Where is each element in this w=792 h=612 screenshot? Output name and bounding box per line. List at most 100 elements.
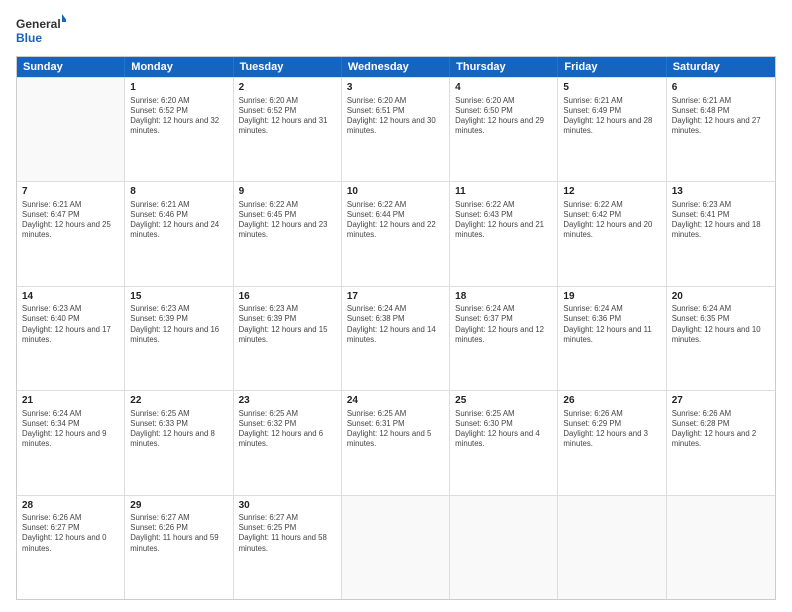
cell-day-number: 20 <box>672 290 770 304</box>
table-row: 29Sunrise: 6:27 AMSunset: 6:26 PMDayligh… <box>125 496 233 599</box>
table-row: 22Sunrise: 6:25 AMSunset: 6:33 PMDayligh… <box>125 391 233 494</box>
table-row: 20Sunrise: 6:24 AMSunset: 6:35 PMDayligh… <box>667 287 775 390</box>
cell-daylight-info: Sunrise: 6:24 AMSunset: 6:35 PMDaylight:… <box>672 304 770 345</box>
table-row: 24Sunrise: 6:25 AMSunset: 6:31 PMDayligh… <box>342 391 450 494</box>
cell-daylight-info: Sunrise: 6:21 AMSunset: 6:49 PMDaylight:… <box>563 96 660 137</box>
table-row: 2Sunrise: 6:20 AMSunset: 6:52 PMDaylight… <box>234 78 342 181</box>
cell-day-number: 1 <box>130 81 227 95</box>
cell-day-number: 14 <box>22 290 119 304</box>
cell-daylight-info: Sunrise: 6:20 AMSunset: 6:50 PMDaylight:… <box>455 96 552 137</box>
table-row: 4Sunrise: 6:20 AMSunset: 6:50 PMDaylight… <box>450 78 558 181</box>
header-cell-monday: Monday <box>125 57 233 77</box>
cell-daylight-info: Sunrise: 6:21 AMSunset: 6:46 PMDaylight:… <box>130 200 227 241</box>
cell-day-number: 22 <box>130 394 227 408</box>
cell-day-number: 18 <box>455 290 552 304</box>
header-cell-saturday: Saturday <box>667 57 775 77</box>
calendar-body: 1Sunrise: 6:20 AMSunset: 6:52 PMDaylight… <box>17 77 775 599</box>
table-row: 1Sunrise: 6:20 AMSunset: 6:52 PMDaylight… <box>125 78 233 181</box>
header-cell-thursday: Thursday <box>450 57 558 77</box>
table-row: 26Sunrise: 6:26 AMSunset: 6:29 PMDayligh… <box>558 391 666 494</box>
cell-daylight-info: Sunrise: 6:22 AMSunset: 6:43 PMDaylight:… <box>455 200 552 241</box>
table-row: 15Sunrise: 6:23 AMSunset: 6:39 PMDayligh… <box>125 287 233 390</box>
cell-daylight-info: Sunrise: 6:22 AMSunset: 6:45 PMDaylight:… <box>239 200 336 241</box>
table-row: 13Sunrise: 6:23 AMSunset: 6:41 PMDayligh… <box>667 182 775 285</box>
cell-day-number: 9 <box>239 185 336 199</box>
table-row <box>17 78 125 181</box>
svg-text:General: General <box>16 17 61 31</box>
cell-daylight-info: Sunrise: 6:25 AMSunset: 6:32 PMDaylight:… <box>239 409 336 450</box>
cell-day-number: 8 <box>130 185 227 199</box>
cell-day-number: 25 <box>455 394 552 408</box>
cell-day-number: 16 <box>239 290 336 304</box>
cell-daylight-info: Sunrise: 6:23 AMSunset: 6:39 PMDaylight:… <box>239 304 336 345</box>
header: General Blue <box>16 12 776 48</box>
table-row: 3Sunrise: 6:20 AMSunset: 6:51 PMDaylight… <box>342 78 450 181</box>
table-row: 19Sunrise: 6:24 AMSunset: 6:36 PMDayligh… <box>558 287 666 390</box>
cell-day-number: 11 <box>455 185 552 199</box>
week-row-5: 28Sunrise: 6:26 AMSunset: 6:27 PMDayligh… <box>17 495 775 599</box>
cell-daylight-info: Sunrise: 6:21 AMSunset: 6:48 PMDaylight:… <box>672 96 770 137</box>
cell-day-number: 19 <box>563 290 660 304</box>
table-row: 27Sunrise: 6:26 AMSunset: 6:28 PMDayligh… <box>667 391 775 494</box>
cell-daylight-info: Sunrise: 6:21 AMSunset: 6:47 PMDaylight:… <box>22 200 119 241</box>
cell-day-number: 27 <box>672 394 770 408</box>
cell-daylight-info: Sunrise: 6:24 AMSunset: 6:34 PMDaylight:… <box>22 409 119 450</box>
cell-daylight-info: Sunrise: 6:24 AMSunset: 6:37 PMDaylight:… <box>455 304 552 345</box>
cell-day-number: 23 <box>239 394 336 408</box>
calendar-header-row: SundayMondayTuesdayWednesdayThursdayFrid… <box>17 57 775 77</box>
cell-day-number: 7 <box>22 185 119 199</box>
table-row: 17Sunrise: 6:24 AMSunset: 6:38 PMDayligh… <box>342 287 450 390</box>
cell-daylight-info: Sunrise: 6:26 AMSunset: 6:27 PMDaylight:… <box>22 513 119 554</box>
cell-day-number: 6 <box>672 81 770 95</box>
cell-daylight-info: Sunrise: 6:23 AMSunset: 6:39 PMDaylight:… <box>130 304 227 345</box>
cell-daylight-info: Sunrise: 6:27 AMSunset: 6:26 PMDaylight:… <box>130 513 227 554</box>
logo: General Blue <box>16 12 66 48</box>
week-row-2: 7Sunrise: 6:21 AMSunset: 6:47 PMDaylight… <box>17 181 775 285</box>
cell-daylight-info: Sunrise: 6:22 AMSunset: 6:42 PMDaylight:… <box>563 200 660 241</box>
week-row-4: 21Sunrise: 6:24 AMSunset: 6:34 PMDayligh… <box>17 390 775 494</box>
cell-daylight-info: Sunrise: 6:23 AMSunset: 6:41 PMDaylight:… <box>672 200 770 241</box>
cell-daylight-info: Sunrise: 6:24 AMSunset: 6:38 PMDaylight:… <box>347 304 444 345</box>
cell-day-number: 4 <box>455 81 552 95</box>
cell-day-number: 17 <box>347 290 444 304</box>
cell-day-number: 3 <box>347 81 444 95</box>
header-cell-tuesday: Tuesday <box>234 57 342 77</box>
cell-daylight-info: Sunrise: 6:25 AMSunset: 6:30 PMDaylight:… <box>455 409 552 450</box>
table-row: 6Sunrise: 6:21 AMSunset: 6:48 PMDaylight… <box>667 78 775 181</box>
table-row: 11Sunrise: 6:22 AMSunset: 6:43 PMDayligh… <box>450 182 558 285</box>
cell-daylight-info: Sunrise: 6:22 AMSunset: 6:44 PMDaylight:… <box>347 200 444 241</box>
cell-daylight-info: Sunrise: 6:25 AMSunset: 6:31 PMDaylight:… <box>347 409 444 450</box>
cell-daylight-info: Sunrise: 6:20 AMSunset: 6:52 PMDaylight:… <box>239 96 336 137</box>
table-row: 8Sunrise: 6:21 AMSunset: 6:46 PMDaylight… <box>125 182 233 285</box>
logo-svg: General Blue <box>16 12 66 48</box>
table-row <box>342 496 450 599</box>
cell-daylight-info: Sunrise: 6:20 AMSunset: 6:51 PMDaylight:… <box>347 96 444 137</box>
svg-text:Blue: Blue <box>16 31 42 45</box>
table-row <box>667 496 775 599</box>
table-row <box>558 496 666 599</box>
cell-day-number: 2 <box>239 81 336 95</box>
table-row: 9Sunrise: 6:22 AMSunset: 6:45 PMDaylight… <box>234 182 342 285</box>
table-row: 7Sunrise: 6:21 AMSunset: 6:47 PMDaylight… <box>17 182 125 285</box>
cell-daylight-info: Sunrise: 6:20 AMSunset: 6:52 PMDaylight:… <box>130 96 227 137</box>
cell-daylight-info: Sunrise: 6:25 AMSunset: 6:33 PMDaylight:… <box>130 409 227 450</box>
cell-day-number: 21 <box>22 394 119 408</box>
table-row: 12Sunrise: 6:22 AMSunset: 6:42 PMDayligh… <box>558 182 666 285</box>
cell-daylight-info: Sunrise: 6:26 AMSunset: 6:28 PMDaylight:… <box>672 409 770 450</box>
cell-day-number: 12 <box>563 185 660 199</box>
cell-day-number: 26 <box>563 394 660 408</box>
table-row: 30Sunrise: 6:27 AMSunset: 6:25 PMDayligh… <box>234 496 342 599</box>
cell-daylight-info: Sunrise: 6:27 AMSunset: 6:25 PMDaylight:… <box>239 513 336 554</box>
cell-daylight-info: Sunrise: 6:23 AMSunset: 6:40 PMDaylight:… <box>22 304 119 345</box>
cell-day-number: 5 <box>563 81 660 95</box>
header-cell-wednesday: Wednesday <box>342 57 450 77</box>
cell-day-number: 10 <box>347 185 444 199</box>
cell-day-number: 13 <box>672 185 770 199</box>
cell-day-number: 15 <box>130 290 227 304</box>
cell-daylight-info: Sunrise: 6:24 AMSunset: 6:36 PMDaylight:… <box>563 304 660 345</box>
page: General Blue SundayMondayTuesdayWednesda… <box>0 0 792 612</box>
table-row: 16Sunrise: 6:23 AMSunset: 6:39 PMDayligh… <box>234 287 342 390</box>
table-row: 18Sunrise: 6:24 AMSunset: 6:37 PMDayligh… <box>450 287 558 390</box>
cell-daylight-info: Sunrise: 6:26 AMSunset: 6:29 PMDaylight:… <box>563 409 660 450</box>
table-row: 14Sunrise: 6:23 AMSunset: 6:40 PMDayligh… <box>17 287 125 390</box>
